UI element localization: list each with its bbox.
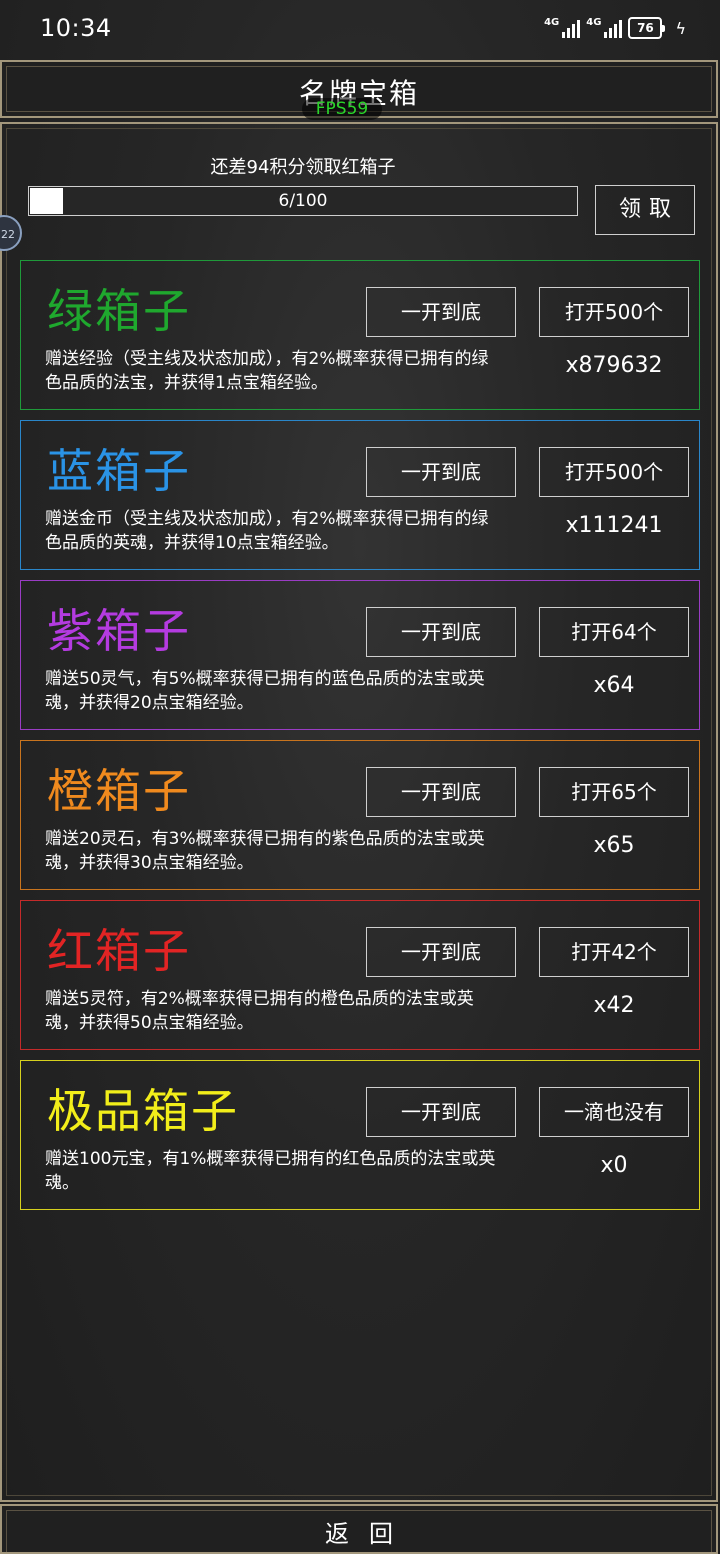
box-description: 赠送金币（受主线及状态加成），有2%概率获得已拥有的绿色品质的英魂，并获得10点… [45, 509, 489, 553]
box-count: x42 [593, 993, 635, 1018]
open-batch-button[interactable]: 打开500个 [539, 447, 689, 497]
box-description: 赠送5灵符，有2%概率获得已拥有的橙色品质的法宝或英魂，并获得50点宝箱经验。 [45, 989, 474, 1033]
charging-icon: ϟ [675, 18, 686, 38]
screen: 10:34 4G 4G 76 ϟ 名牌宝箱 FPS59 22 还差94积分领取红… [0, 0, 720, 1554]
progress-label: 6/100 [278, 191, 328, 211]
open-all-button[interactable]: 一开到底 [366, 1087, 516, 1137]
network-type-label: 4G [586, 17, 602, 28]
status-bar: 10:34 4G 4G 76 ϟ [0, 0, 720, 58]
open-batch-button[interactable]: 打开500个 [539, 287, 689, 337]
status-time: 10:34 [40, 14, 112, 42]
box-card: 极品箱子赠送100元宝，有1%概率获得已拥有的红色品质的法宝或英魂。 一开到底 一滴… [20, 1060, 700, 1210]
box-name: 极品箱子 [47, 1084, 239, 1138]
fps-counter: FPS59 [302, 98, 382, 120]
open-batch-button[interactable]: 打开64个 [539, 607, 689, 657]
box-name: 紫箱子 [47, 604, 191, 658]
open-batch-button[interactable]: 一滴也没有 [539, 1087, 689, 1137]
box-count: x879632 [565, 353, 663, 378]
footer-bar: 返回 [0, 1504, 718, 1554]
status-icons: 4G 4G 76 ϟ [544, 17, 686, 39]
box-card: 紫箱子赠送50灵气，有5%概率获得已拥有的蓝色品质的法宝或英魂，并获得20点宝箱… [20, 580, 700, 730]
signal-icon: 4G [544, 17, 581, 38]
open-batch-button[interactable]: 打开65个 [539, 767, 689, 817]
box-description: 赠送50灵气，有5%概率获得已拥有的蓝色品质的法宝或英魂，并获得20点宝箱经验。 [45, 669, 485, 713]
network-type-label: 4G [544, 17, 560, 28]
box-card: 蓝箱子赠送金币（受主线及状态加成），有2%概率获得已拥有的绿色品质的英魂，并获得… [20, 420, 700, 570]
back-button[interactable]: 返回 [2, 1514, 716, 1549]
box-description: 赠送20灵石，有3%概率获得已拥有的紫色品质的法宝或英魂，并获得30点宝箱经验。 [45, 829, 485, 873]
box-description: 赠送100元宝，有1%概率获得已拥有的红色品质的法宝或英魂。 [45, 1149, 496, 1193]
box-count: x64 [593, 673, 635, 698]
box-card: 绿箱子赠送经验（受主线及状态加成），有2%概率获得已拥有的绿色品质的法宝，并获得… [20, 260, 700, 410]
box-count: x111241 [565, 513, 663, 538]
points-remaining-text: 还差94积分领取红箱子 [210, 157, 396, 178]
box-description: 赠送经验（受主线及状态加成），有2%概率获得已拥有的绿色品质的法宝，并获得1点宝… [45, 349, 489, 393]
open-batch-button[interactable]: 打开42个 [539, 927, 689, 977]
box-count: x0 [600, 1153, 628, 1178]
signal-icon: 4G [586, 17, 623, 38]
box-name: 绿箱子 [47, 284, 191, 338]
box-name: 蓝箱子 [47, 444, 191, 498]
box-card: 橙箱子赠送20灵石，有3%概率获得已拥有的紫色品质的法宝或英魂，并获得30点宝箱… [20, 740, 700, 890]
battery-level: 76 [628, 17, 663, 39]
open-all-button[interactable]: 一开到底 [366, 767, 516, 817]
open-all-button[interactable]: 一开到底 [366, 927, 516, 977]
box-name: 红箱子 [47, 924, 191, 978]
points-progress-bar: 6/100 [28, 186, 578, 216]
open-all-button[interactable]: 一开到底 [366, 607, 516, 657]
open-all-button[interactable]: 一开到底 [366, 287, 516, 337]
claim-button[interactable]: 领取 [595, 185, 695, 235]
box-name: 橙箱子 [47, 764, 191, 818]
box-card: 红箱子赠送5灵符，有2%概率获得已拥有的橙色品质的法宝或英魂，并获得50点宝箱经… [20, 900, 700, 1050]
box-count: x65 [593, 833, 635, 858]
battery-icon: 76 [628, 17, 666, 39]
open-all-button[interactable]: 一开到底 [366, 447, 516, 497]
